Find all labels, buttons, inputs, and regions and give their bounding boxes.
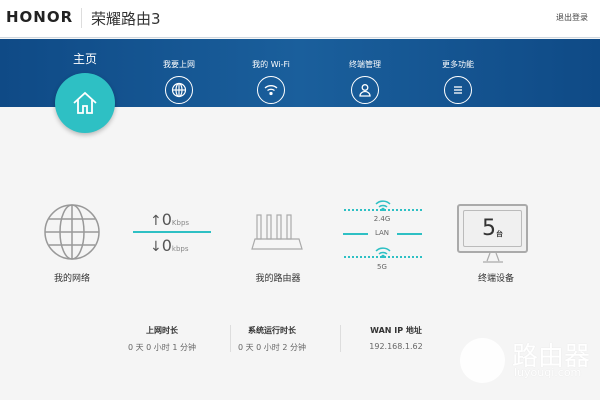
lan-label: LAN: [374, 229, 390, 237]
stat-title: WAN IP 地址: [370, 326, 422, 335]
tab-label: 终端管理: [349, 60, 381, 69]
home-button[interactable]: [55, 73, 115, 133]
tab-wifi[interactable]: 我的 Wi-Fi: [231, 39, 311, 104]
internet-globe-icon[interactable]: [43, 203, 101, 261]
download-speed: ↓0kbps: [150, 236, 189, 255]
tab-label: 我要上网: [163, 60, 195, 69]
stat-value: 0 天 0 小时 2 分钟: [238, 343, 306, 352]
router-icon[interactable]: [251, 213, 303, 253]
logout-link[interactable]: 退出登录: [556, 12, 588, 23]
online-duration: 上网时长 0 天 0 小时 1 分钟: [107, 325, 217, 353]
wifi-5g-icon: [375, 247, 391, 258]
stat-value: 192.168.1.62: [369, 342, 423, 351]
stat-title: 上网时长: [146, 326, 178, 335]
watermark-logo: [460, 338, 505, 383]
wan-ip: WAN IP 地址 192.168.1.62: [341, 325, 451, 351]
brand-logo: HONOR: [6, 8, 74, 26]
stat-value: 0 天 0 小时 1 分钟: [128, 343, 196, 352]
band-24g-label: 2.4G: [373, 215, 391, 223]
globe-icon: [165, 76, 193, 104]
download-value: 0: [161, 236, 172, 255]
menu-icon: [444, 76, 472, 104]
upload-speed: ↑0Kbps: [150, 210, 189, 229]
network-label: 我的网络: [53, 274, 90, 284]
stat-title: 系统运行时长: [248, 326, 296, 335]
download-unit: kbps: [171, 245, 189, 253]
tab-label: 我的 Wi-Fi: [252, 60, 290, 69]
devices-label: 终端设备: [477, 274, 514, 284]
tab-more[interactable]: 更多功能: [418, 39, 498, 104]
tab-label: 更多功能: [442, 60, 474, 69]
router-label: 我的路由器: [255, 274, 301, 284]
watermark-url: luyouqi.com: [514, 366, 582, 379]
upload-unit: Kbps: [171, 219, 190, 227]
tab-home-label: 主页: [72, 52, 97, 66]
user-icon: [351, 76, 379, 104]
tab-devices[interactable]: 终端管理: [325, 39, 405, 104]
divider: [81, 8, 82, 28]
speed-divider: [133, 231, 211, 233]
device-count: 5: [482, 216, 496, 241]
top-bar: [0, 0, 600, 38]
wifi-24g-icon: [375, 200, 391, 211]
monitor-stand: [483, 253, 503, 263]
upload-value: 0: [161, 210, 172, 229]
home-icon: [73, 91, 97, 114]
wifi-icon: [257, 76, 285, 104]
uptime: 系统运行时长 0 天 0 小时 2 分钟: [217, 325, 327, 353]
device-unit: 台: [496, 229, 503, 238]
lan-line-right: [397, 233, 422, 235]
tab-internet[interactable]: 我要上网: [139, 39, 219, 104]
devices-monitor[interactable]: 5台: [457, 204, 528, 253]
down-arrow-icon: ↓: [150, 239, 162, 255]
band-5g-label: 5G: [377, 263, 387, 271]
product-name: 荣耀路由3: [91, 10, 161, 28]
up-arrow-icon: ↑: [150, 213, 162, 229]
